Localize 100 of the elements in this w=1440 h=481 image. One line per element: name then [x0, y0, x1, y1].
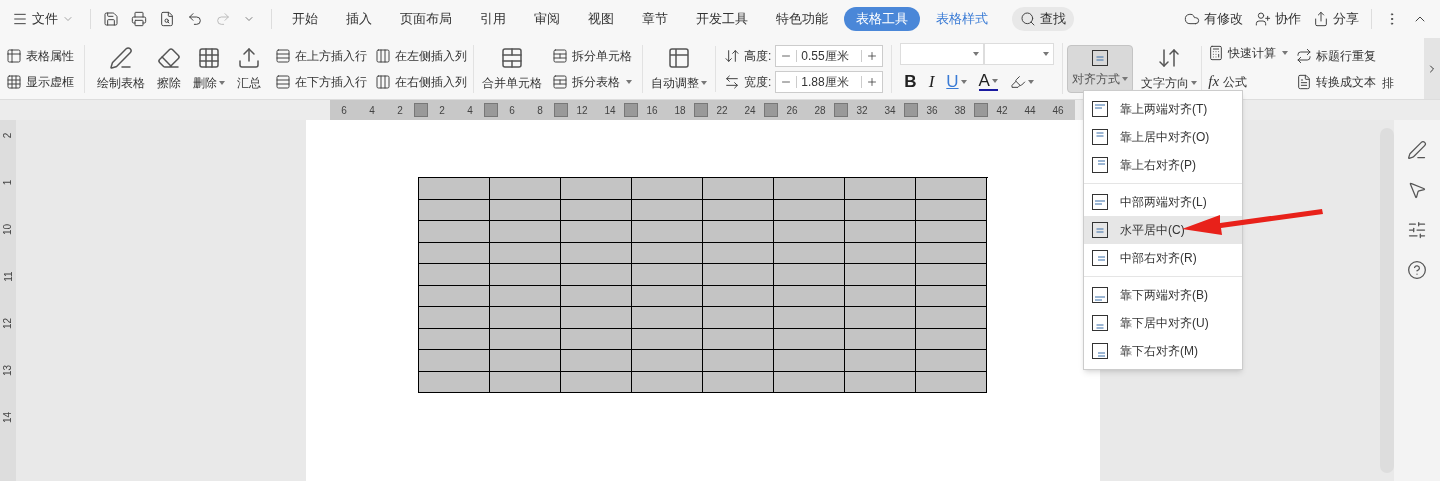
ribbon-button[interactable]: 转换成文本 [1294, 70, 1379, 93]
column-marker[interactable] [624, 103, 638, 117]
search-button[interactable]: 查找 [1012, 7, 1074, 31]
align-button[interactable]: 对齐方式 [1067, 44, 1134, 93]
align-icon [1092, 315, 1108, 331]
table-cell [561, 328, 632, 350]
scroll-right-button[interactable] [1424, 38, 1440, 99]
ribbon-button[interactable]: 拆分表格 [550, 70, 634, 93]
toolbar-action[interactable]: 协作 [1255, 9, 1301, 29]
ribbon-tab[interactable]: 特色功能 [764, 7, 840, 31]
format-button[interactable]: B [904, 68, 917, 95]
ribbon-tab[interactable]: 章节 [630, 7, 680, 31]
ribbon-tab[interactable]: 开发工具 [684, 7, 760, 31]
ruler-number: 36 [925, 103, 939, 118]
caret-icon [626, 79, 632, 84]
menu-item[interactable]: 靠下右对齐(M) [1084, 337, 1242, 365]
table-cell [774, 264, 845, 286]
column-marker[interactable] [904, 103, 918, 117]
ruler-number: 38 [953, 103, 967, 118]
ribbon-button[interactable]: 拆分单元格 [550, 44, 634, 67]
ribbon-button[interactable]: 在上方插入行 [273, 44, 369, 67]
ruler-number: 16 [645, 103, 659, 118]
menu-item[interactable]: 中部右对齐(R) [1084, 244, 1242, 272]
menu-item[interactable]: 靠上居中对齐(O) [1084, 123, 1242, 151]
table-cell [703, 307, 774, 329]
file-menu[interactable]: 文件 [12, 9, 86, 29]
spin-field[interactable]: 1.88厘米 [775, 70, 884, 93]
ribbon-button[interactable]: 表格属性 [4, 44, 76, 67]
align-icon [1092, 49, 1109, 66]
table-cell [632, 285, 703, 307]
column-marker[interactable] [694, 103, 708, 117]
spin-field[interactable]: 0.55厘米 [775, 44, 884, 67]
ribbon-button[interactable]: 排 [1382, 73, 1395, 92]
table-cell [703, 350, 774, 372]
column-marker[interactable] [484, 103, 498, 117]
table-cell [490, 328, 561, 350]
table-cell [703, 242, 774, 264]
ribbon-tab[interactable]: 视图 [576, 7, 626, 31]
column-marker[interactable] [974, 103, 988, 117]
menu-item[interactable]: 靠上右对齐(P) [1084, 151, 1242, 179]
ribbon-tab[interactable]: 表格工具 [844, 7, 920, 31]
caret-icon [1043, 51, 1050, 56]
ribbon-tab[interactable]: 表格样式 [924, 7, 1000, 31]
toolbar-action[interactable]: 有修改 [1184, 9, 1243, 29]
format-button[interactable]: U [946, 68, 967, 95]
ribbon-button[interactable]: 标题行重复 [1294, 44, 1379, 67]
field-label: 高度: [744, 47, 772, 65]
ribbon-tab[interactable]: 插入 [334, 7, 384, 31]
ribbon-button[interactable]: 快速计算 [1206, 42, 1291, 65]
format-button[interactable]: I [928, 68, 935, 95]
column-marker[interactable] [834, 103, 848, 117]
ribbon-button[interactable]: 删除 [189, 45, 229, 92]
plus-icon [866, 49, 879, 62]
ribbon-button[interactable]: 擦除 [153, 45, 185, 92]
ruler-number: 14 [603, 103, 617, 118]
caret-icon [960, 79, 967, 84]
table-cell [774, 328, 845, 350]
split-icon [552, 47, 568, 64]
tool-icon [237, 45, 261, 70]
ribbon-button[interactable]: 合并单元格 [474, 45, 550, 92]
ribbon-tab[interactable]: 审阅 [522, 7, 572, 31]
menu-item[interactable]: 靠下两端对齐(B) [1084, 281, 1242, 309]
ribbon-button[interactable]: 自动调整 [643, 45, 716, 92]
menu-item[interactable]: 靠下居中对齐(U) [1084, 309, 1242, 337]
table-cell [561, 199, 632, 221]
tool-icon [197, 45, 221, 70]
ribbon-button[interactable]: 显示虚框 [4, 70, 76, 93]
toolbar-action[interactable]: 分享 [1313, 9, 1359, 29]
table-cell [490, 371, 561, 393]
column-marker[interactable] [414, 103, 428, 117]
ruler-number: 12 [1, 317, 15, 330]
column-marker[interactable] [554, 103, 568, 117]
table-cell [845, 285, 916, 307]
ruler-number: 24 [743, 103, 757, 118]
ribbon-button[interactable]: fx 公式 [1206, 68, 1291, 95]
ruler-number: 4 [368, 103, 376, 118]
ribbon-button[interactable]: 在右侧插入列 [373, 70, 469, 93]
highlight-button[interactable] [1009, 73, 1034, 90]
align-icon [1092, 194, 1108, 210]
font-field[interactable] [900, 42, 985, 65]
ribbon-button[interactable]: 绘制表格 [93, 45, 149, 92]
menu-item[interactable]: 靠上两端对齐(T) [1084, 95, 1242, 123]
table-cell [632, 350, 703, 372]
menu-item[interactable]: 中部两端对齐(L) [1084, 188, 1242, 216]
ruler-number: 42 [995, 103, 1009, 118]
format-button[interactable]: A [978, 72, 998, 91]
table-cell [703, 221, 774, 243]
ribbon-button[interactable]: 在左侧插入列 [373, 44, 469, 67]
ribbon-tab[interactable]: 开始 [280, 7, 330, 31]
ribbon-button[interactable]: 汇总 [233, 45, 265, 92]
align-icon [1092, 157, 1108, 173]
ribbon-tab[interactable]: 引用 [468, 7, 518, 31]
table-cell [916, 285, 987, 307]
align-icon [1092, 250, 1108, 266]
column-marker[interactable] [764, 103, 778, 117]
ribbon-tab[interactable]: 页面布局 [388, 7, 464, 31]
size-field[interactable] [984, 42, 1055, 65]
table-cell [916, 199, 987, 221]
ribbon-button[interactable]: 在下方插入行 [273, 70, 369, 93]
action-icon [1313, 11, 1329, 27]
